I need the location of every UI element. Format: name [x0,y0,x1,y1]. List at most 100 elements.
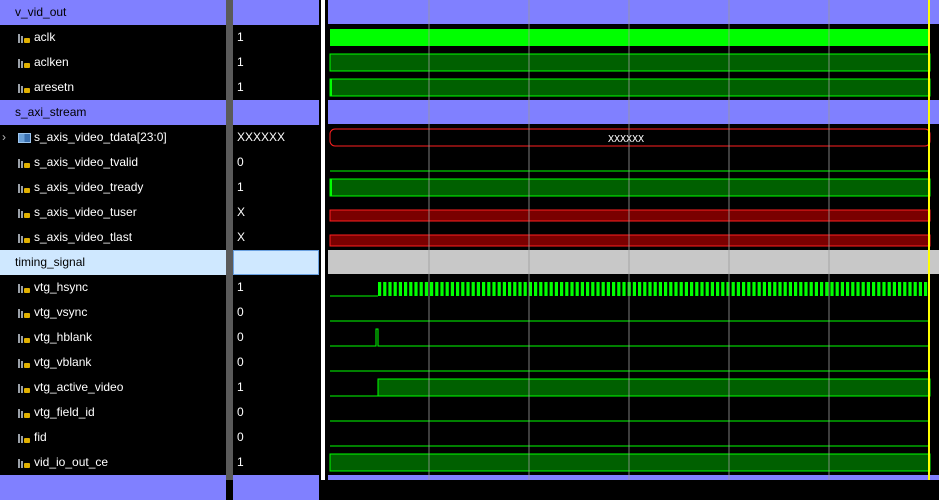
hsync-pulse [788,282,792,296]
chevron-right-icon[interactable]: › [2,125,6,150]
unknown-wave [329,234,931,247]
signal-row[interactable]: vtg_vblank [0,350,226,375]
signal-row[interactable]: fid [0,425,226,450]
pane-splitter-left[interactable] [226,0,233,480]
hsync-pulse [924,282,928,296]
signal-label: aresetn [34,80,75,94]
hsync-pulse [679,282,683,296]
group-value-cell [233,475,319,500]
signal-name-pane[interactable]: v_vid_out aclk aclken aresetn s_axi_stream › s… [0,0,226,500]
hsync-pulse [409,282,413,296]
scalar-signal-icon [18,333,30,343]
signal-value: 1 [237,455,244,469]
scalar-signal-icon [18,58,30,68]
group-wave-bar [328,475,939,480]
hsync-pulse [549,282,553,296]
signal-row[interactable]: aresetn [0,75,226,100]
signal-row[interactable]: s_axis_video_tuser [0,200,226,225]
signal-row[interactable]: aclken [0,50,226,75]
signal-value: 1 [237,80,244,94]
hsync-pulse [435,282,439,296]
signal-row[interactable]: s_axis_video_tvalid [0,150,226,175]
hsync-pulse [658,282,662,296]
hsync-pulse [690,282,694,296]
hsync-pulse [404,282,408,296]
signal-label: s_axis_video_tdata[23:0] [34,130,167,144]
hsync-pulse [856,282,860,296]
hsync-pulse [783,282,787,296]
group-wave-bar [328,250,939,274]
hsync-pulse [721,282,725,296]
bus-signal-icon [18,132,31,143]
signal-row[interactable]: s_axis_video_tready [0,175,226,200]
signal-label: aclken [34,55,69,69]
hsync-pulse [840,282,844,296]
scalar-signal-icon [18,33,30,43]
signal-row[interactable]: vtg_active_video [0,375,226,400]
signal-row[interactable]: s_axis_video_tlast [0,225,226,250]
hsync-pulse [762,282,766,296]
signal-row[interactable]: vtg_hblank [0,325,226,350]
signal-row[interactable]: vid_io_out_ce [0,450,226,475]
signal-row[interactable]: vtg_field_id [0,400,226,425]
signal-label: aclk [34,30,56,44]
scalar-signal-icon [18,408,30,418]
hsync-pulse [430,282,434,296]
high-wave [329,53,931,72]
hsync-pulse [736,282,740,296]
signal-value: 0 [237,355,244,369]
hsync-pulse [601,282,605,296]
hsync-pulse [778,282,782,296]
pane-splitter-right[interactable] [319,0,328,480]
scalar-signal-icon [18,208,30,218]
signal-value: X [237,205,246,219]
hsync-pulse [861,282,865,296]
hsync-pulse [487,282,491,296]
signal-row[interactable]: › s_axis_video_tdata[23:0] [0,125,226,150]
hsync-pulse [825,282,829,296]
scalar-signal-icon [18,283,30,293]
hsync-pulse [596,282,600,296]
signal-row[interactable]: aclk [0,25,226,50]
hsync-pulse [705,282,709,296]
rise-high-segment [377,378,931,397]
hsync-pulse [482,282,486,296]
group-value-cell [233,100,319,125]
signal-value: 0 [237,330,244,344]
hsync-pulse [757,282,761,296]
hsync-pulse [539,282,543,296]
bus-wave-value: XXXXXX [608,134,644,145]
signal-row[interactable]: vtg_vsync [0,300,226,325]
group-label: timing_signal [15,255,86,269]
signal-value-pane[interactable]: 1 1 1 XXXXXX 0 1 X X 1 0 0 0 1 0 0 1 [233,0,319,500]
hsync-pulse [461,282,465,296]
waveform-canvas[interactable]: XXXXXX [328,0,939,480]
hsync-pulse [835,282,839,296]
hsync-pulse [560,282,564,296]
group-row[interactable]: s_axi_stream [0,100,226,125]
signal-value: 0 [237,405,244,419]
signal-value: 1 [237,30,244,44]
hsync-pulse [424,282,428,296]
signal-row[interactable]: vtg_hsync [0,275,226,300]
hsync-pulse [768,282,772,296]
hsync-pulse [638,282,642,296]
signal-label: fid [34,430,47,444]
hsync-pulse [523,282,527,296]
group-value-cell [233,0,319,25]
hsync-pulse [794,282,798,296]
group-label: s_axi_stream [15,105,87,119]
hsync-pulse [716,282,720,296]
hsync-pulse [898,282,902,296]
signal-value: 0 [237,430,244,444]
hsync-pulse [913,282,917,296]
group-row[interactable] [0,475,226,500]
hsync-pulse [830,282,834,296]
hsync-pulse [643,282,647,296]
hsync-pulse [450,282,454,296]
hsync-pulse [820,282,824,296]
hsync-pulse [497,282,501,296]
group-row[interactable]: timing_signal [0,250,226,275]
group-row[interactable]: v_vid_out [0,0,226,25]
hsync-pulse [664,282,668,296]
